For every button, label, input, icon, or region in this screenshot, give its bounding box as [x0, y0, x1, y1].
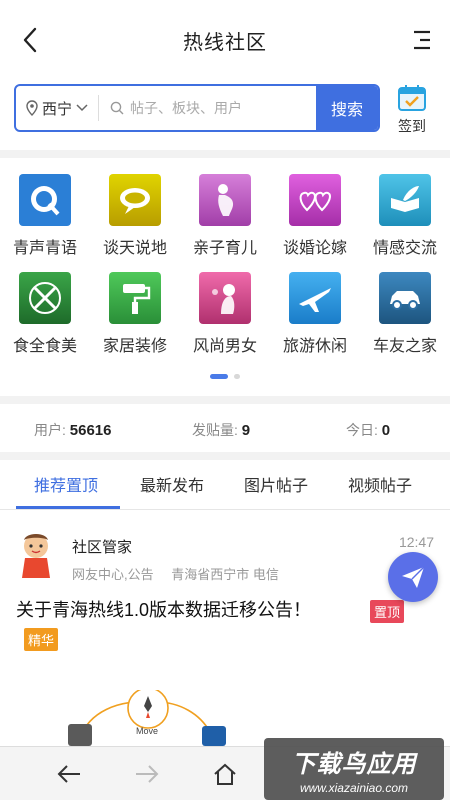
search-placeholder: 帖子、板块、用户 — [130, 100, 242, 116]
page-title: 热线社区 — [183, 32, 267, 54]
post-location: 青海省西宁市 电信 — [171, 567, 279, 582]
airplane-icon — [289, 272, 341, 324]
pregnant-mother-icon — [199, 174, 251, 226]
stat-posts-value: 9 — [241, 422, 251, 439]
stat-users: 用户: 56616 — [34, 422, 112, 439]
section-divider — [0, 150, 450, 158]
category-label: 谈天说地 — [102, 240, 167, 257]
category-grid: 青声青语 谈天说地 亲子育儿 谈婚论嫁 情感交流 食全食美 家居装修 风尚男女 … — [0, 164, 450, 394]
category-item-fengshang[interactable]: 风尚男女 — [180, 272, 270, 356]
city-label: 西宁 — [42, 100, 73, 118]
category-item-cheyou[interactable]: 车友之家 — [360, 272, 450, 356]
stat-today: 今日: 0 — [346, 422, 391, 439]
nav-back-button[interactable] — [54, 759, 84, 789]
compose-post-button[interactable] — [388, 552, 438, 602]
paint-roller-icon — [109, 272, 161, 324]
q-voice-icon — [19, 174, 71, 226]
search-icon — [110, 101, 124, 115]
category-label: 亲子育儿 — [192, 240, 257, 257]
category-label: 青声青语 — [12, 240, 77, 257]
city-selector[interactable]: 西宁 — [16, 86, 104, 130]
car-icon — [379, 272, 431, 324]
category-item-tantian[interactable]: 谈天说地 — [90, 174, 180, 258]
tab-latest[interactable]: 最新发布 — [140, 472, 204, 496]
post-title[interactable]: 关于青海热线1.0版本数据迁移公告！ — [16, 596, 311, 622]
tab-bar: 推荐置顶 最新发布 图片帖子 视频帖子 — [0, 462, 450, 510]
checkin-button[interactable]: 签到 — [392, 84, 432, 136]
tab-recommended[interactable]: 推荐置顶 — [34, 472, 98, 496]
fashion-woman-icon — [199, 272, 251, 324]
pinned-badge: 置顶 — [370, 600, 405, 623]
section-divider — [0, 452, 450, 460]
category-label: 风尚男女 — [192, 338, 257, 355]
post-source: 网友中心,公告 — [72, 567, 154, 582]
section-divider — [0, 396, 450, 404]
fork-knife-icon — [19, 272, 71, 324]
post-image-preview[interactable]: Move — [60, 687, 260, 750]
stat-users-value: 56616 — [69, 422, 112, 439]
category-label: 车友之家 — [372, 338, 437, 355]
post-time: 12:47 — [398, 534, 434, 550]
page-dot — [234, 374, 240, 379]
watermark-logo: 下载鸟应用 www.xiazainiao.com — [264, 738, 444, 800]
page-dot-active — [210, 374, 228, 379]
speech-bubble-icon — [109, 174, 161, 226]
watermark-url: www.xiazainiao.com — [299, 780, 409, 795]
app-screen: 热线社区 西宁 帖子、板块、用户 搜索 签到 青声青语 谈天说地 亲子育儿 谈婚… — [0, 0, 450, 800]
category-item-qingsheng[interactable]: 青声青语 — [0, 174, 90, 258]
search-row: 西宁 帖子、板块、用户 搜索 签到 — [0, 84, 450, 148]
avatar[interactable] — [16, 530, 56, 580]
nav-forward-button[interactable] — [132, 759, 162, 789]
double-heart-icon — [289, 174, 341, 226]
feather-book-icon — [379, 174, 431, 226]
arrow-right-icon — [136, 765, 159, 783]
search-box: 西宁 帖子、板块、用户 搜索 — [14, 84, 380, 132]
chevron-down-icon — [76, 104, 88, 112]
category-item-jiaju[interactable]: 家居装修 — [90, 272, 180, 356]
category-label: 旅游休闲 — [282, 338, 347, 355]
arrow-left-icon — [57, 765, 80, 783]
post-author[interactable]: 社区管家 — [72, 536, 132, 557]
category-item-qinggan[interactable]: 情感交流 — [360, 174, 450, 258]
tab-active-indicator — [16, 506, 120, 509]
stats-bar: 用户: 56616 发贴量: 9 今日: 0 — [0, 408, 450, 452]
featured-badge: 精华 — [24, 628, 59, 651]
calendar-check-icon — [398, 85, 426, 111]
watermark-main: 下载鸟应用 — [291, 750, 417, 778]
category-label: 家居装修 — [102, 338, 167, 355]
divider — [98, 95, 100, 121]
tab-images[interactable]: 图片帖子 — [244, 472, 308, 496]
category-label: 食全食美 — [12, 338, 77, 355]
page-indicator — [0, 374, 450, 379]
category-item-shiquan[interactable]: 食全食美 — [0, 272, 90, 356]
paper-plane-icon — [402, 566, 425, 588]
category-label: 谈婚论嫁 — [282, 240, 347, 257]
category-item-tanhun[interactable]: 谈婚论嫁 — [270, 174, 360, 258]
stat-today-value: 0 — [381, 422, 391, 439]
post-meta: 网友中心,公告 青海省西宁市 电信 — [72, 564, 279, 583]
location-pin-icon — [26, 100, 38, 116]
home-icon — [214, 763, 236, 785]
menu-icon — [414, 30, 430, 50]
checkin-label: 签到 — [398, 118, 426, 134]
menu-button[interactable] — [408, 26, 436, 54]
top-bar: 热线社区 — [0, 0, 450, 80]
category-item-lvyou[interactable]: 旅游休闲 — [270, 272, 360, 356]
category-label: 情感交流 — [372, 240, 437, 257]
category-item-qinzi[interactable]: 亲子育儿 — [180, 174, 270, 258]
tab-videos[interactable]: 视频帖子 — [348, 472, 412, 496]
stat-posts: 发贴量: 9 — [192, 422, 251, 439]
nav-home-button[interactable] — [210, 759, 240, 789]
preview-label: Move — [136, 726, 159, 736]
search-input[interactable]: 帖子、板块、用户 — [104, 86, 316, 130]
search-button[interactable]: 搜索 — [316, 86, 378, 130]
